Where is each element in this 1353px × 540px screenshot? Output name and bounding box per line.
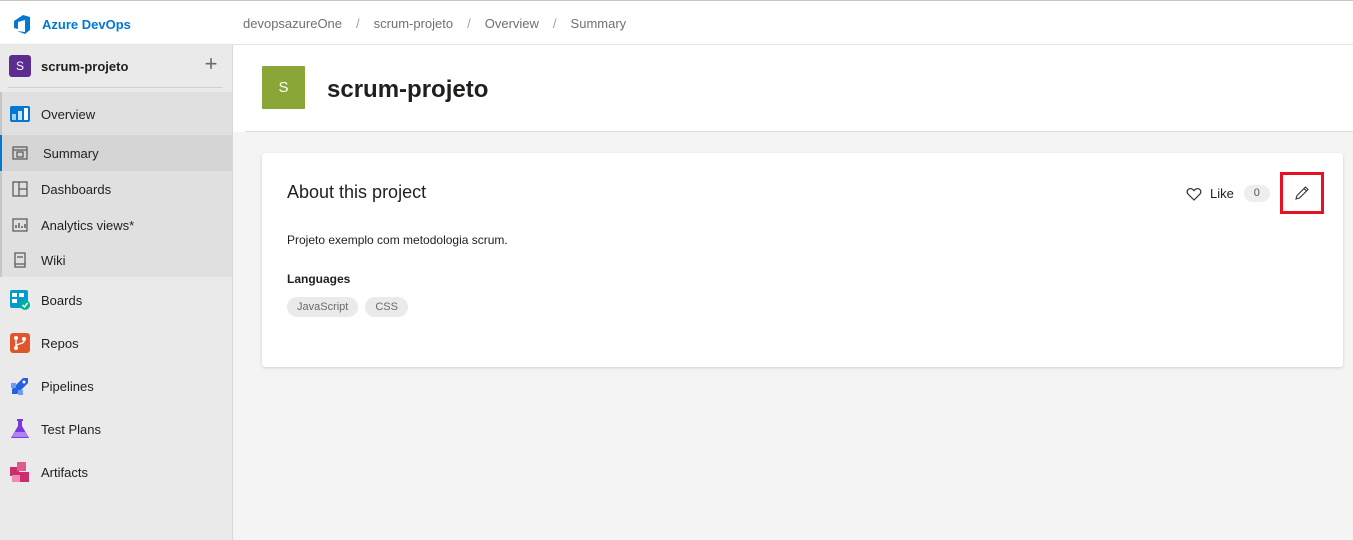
- overview-icon: [10, 106, 30, 122]
- sidebar-item-wiki[interactable]: Wiki: [0, 251, 232, 269]
- page-header: S scrum-projeto: [233, 45, 1353, 132]
- sidebar-item-repos[interactable]: Repos: [0, 332, 232, 354]
- sidebar-item-label: Repos: [41, 335, 79, 351]
- summary-icon: [12, 146, 28, 160]
- sidebar-item-label: Test Plans: [41, 421, 101, 437]
- project-avatar: S: [9, 55, 31, 77]
- breadcrumb-separator: /: [467, 16, 471, 31]
- sidebar-item-dashboards[interactable]: Dashboards: [0, 180, 232, 198]
- dashboards-icon: [12, 181, 28, 197]
- azure-devops-logo-icon: [14, 15, 30, 34]
- main-content: S scrum-projeto About this project Like …: [233, 45, 1353, 540]
- sidebar-item-pipelines[interactable]: Pipelines: [0, 375, 232, 397]
- wiki-icon: [14, 252, 26, 268]
- repos-icon: [10, 333, 30, 353]
- breadcrumb-project[interactable]: scrum-projeto: [374, 16, 453, 31]
- breadcrumb-separator: /: [356, 16, 360, 31]
- sidebar-item-label: Summary: [43, 145, 99, 161]
- test-plans-icon: [11, 419, 29, 438]
- analytics-icon: [12, 218, 28, 232]
- boards-icon: [10, 290, 30, 310]
- breadcrumb-summary[interactable]: Summary: [571, 16, 627, 31]
- like-label: Like: [1210, 186, 1234, 201]
- breadcrumb-separator: /: [552, 16, 557, 31]
- sidebar-item-label: Artifacts: [41, 464, 88, 480]
- about-project-card: About this project Like 0 Projeto exempl…: [262, 153, 1343, 367]
- pencil-icon: [1295, 186, 1309, 200]
- breadcrumb-overview[interactable]: Overview: [485, 16, 539, 31]
- sidebar-item-label: Overview: [41, 106, 96, 122]
- language-tag: CSS: [365, 297, 408, 317]
- breadcrumb: devopsazureOne / scrum-projeto / Overvie…: [243, 16, 626, 31]
- pipelines-icon: [11, 378, 28, 395]
- page-title: scrum-projeto: [327, 76, 489, 103]
- app-name: Azure DevOps: [42, 16, 131, 32]
- sidebar-item-label: Boards: [41, 292, 83, 308]
- sidebar-item-summary[interactable]: Summary: [0, 135, 232, 171]
- project-avatar-large: S: [262, 66, 305, 109]
- sidebar-item-label: Analytics views*: [41, 217, 135, 233]
- sidebar-item-test-plans[interactable]: Test Plans: [0, 418, 232, 440]
- card-title: About this project: [287, 182, 427, 202]
- like-count-badge: 0: [1243, 185, 1270, 202]
- divider: [8, 87, 223, 88]
- project-description: Projeto exemplo com metodologia scrum.: [287, 233, 508, 247]
- sidebar: S scrum-projeto + Overview Summary Dashb…: [0, 45, 233, 540]
- sidebar-item-label: Pipelines: [41, 378, 94, 394]
- project-name: scrum-projeto: [41, 59, 129, 74]
- language-tag: JavaScript: [287, 297, 359, 317]
- divider: [245, 131, 1353, 132]
- edit-button[interactable]: [1280, 172, 1324, 214]
- breadcrumb-org[interactable]: devopsazureOne: [243, 16, 342, 31]
- project-header[interactable]: S scrum-projeto +: [0, 45, 232, 92]
- heart-icon: [1186, 187, 1202, 201]
- sidebar-item-label: Wiki: [41, 252, 66, 268]
- language-tags: JavaScript CSS: [287, 297, 415, 317]
- top-bar: Azure DevOps devopsazureOne / scrum-proj…: [0, 0, 1353, 45]
- like-button[interactable]: Like 0: [1186, 185, 1270, 202]
- plus-icon[interactable]: +: [200, 53, 222, 76]
- artifacts-icon: [10, 462, 29, 482]
- sidebar-item-analytics-views[interactable]: Analytics views*: [0, 216, 232, 234]
- sidebar-item-artifacts[interactable]: Artifacts: [0, 461, 232, 483]
- brand[interactable]: Azure DevOps: [10, 13, 131, 35]
- sidebar-item-boards[interactable]: Boards: [0, 289, 232, 311]
- languages-heading: Languages: [287, 272, 351, 286]
- sidebar-item-label: Dashboards: [41, 181, 112, 197]
- sidebar-item-overview[interactable]: Overview: [0, 103, 232, 125]
